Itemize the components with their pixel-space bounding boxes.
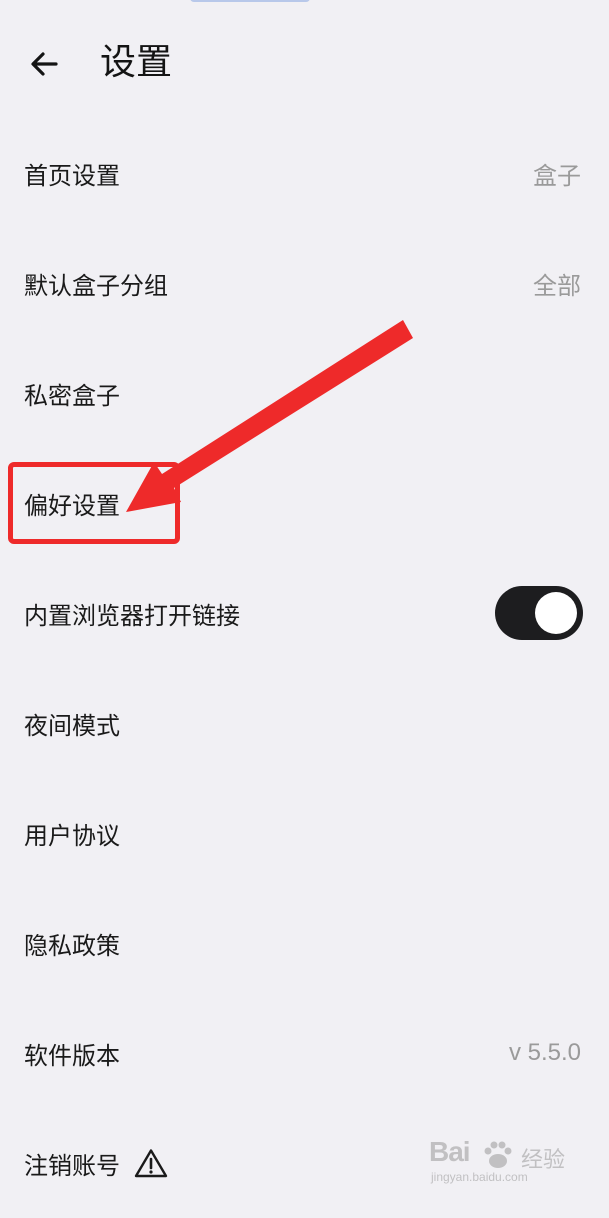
header: 设置 (0, 0, 609, 128)
settings-item-value: 盒子 (533, 162, 581, 190)
warning-icon (134, 1148, 168, 1178)
settings-item-user-agreement[interactable]: 用户协议 (0, 778, 609, 888)
builtin-browser-toggle[interactable] (495, 586, 583, 640)
settings-item-label: 夜间模式 (24, 711, 120, 740)
settings-item-version[interactable]: 软件版本 v 5.5.0 (0, 998, 609, 1108)
version-value: v 5.5.0 (508, 1039, 581, 1066)
annotation-highlight-box (8, 462, 180, 544)
settings-item-label: 默认盒子分组 (24, 271, 168, 300)
settings-item-privacy-policy[interactable]: 隐私政策 (0, 888, 609, 998)
paw-icon (484, 1141, 512, 1168)
settings-item-label: 注销账号 (24, 1151, 120, 1180)
watermark-logo: Bai (429, 1136, 471, 1167)
settings-item-default-group[interactable]: 默认盒子分组 全部 (0, 228, 609, 338)
settings-item-label: 隐私政策 (24, 931, 120, 960)
settings-item-label: 内置浏览器打开链接 (24, 601, 240, 630)
settings-item-label: 首页设置 (24, 161, 120, 190)
arrow-left-icon (31, 52, 58, 76)
settings-item-value: 全部 (533, 272, 581, 300)
settings-item-private-box[interactable]: 私密盒子 (0, 338, 609, 448)
settings-item-builtin-browser[interactable]: 内置浏览器打开链接 (0, 558, 609, 668)
watermark-url: jingyan.baidu.com (431, 1170, 528, 1184)
settings-item-label: 私密盒子 (24, 381, 120, 410)
toggle-knob (535, 592, 577, 634)
settings-item-label-wrap: 注销账号 (24, 1146, 168, 1181)
back-button[interactable] (22, 42, 66, 86)
settings-item-night-mode[interactable]: 夜间模式 (0, 668, 609, 778)
settings-item-label: 用户协议 (24, 821, 120, 850)
settings-item-label: 软件版本 (24, 1041, 120, 1070)
watermark: Bai 经验 jingyan.baidu.com (429, 1136, 579, 1188)
page-title: 设置 (100, 42, 173, 83)
settings-item-home[interactable]: 首页设置 盒子 (0, 118, 609, 228)
